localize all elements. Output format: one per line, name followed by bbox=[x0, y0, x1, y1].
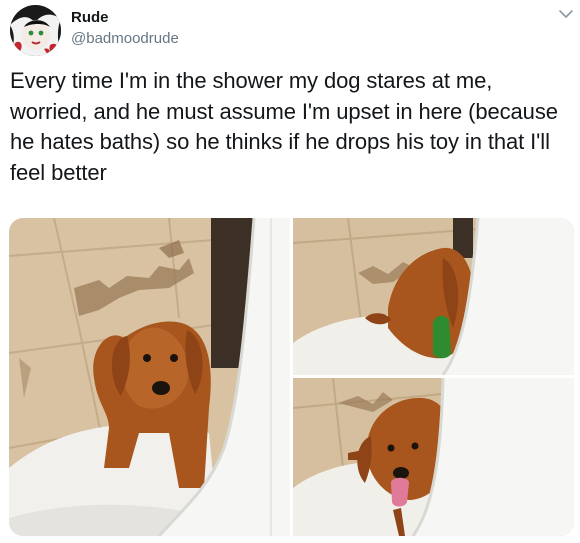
display-name[interactable]: Rude bbox=[71, 9, 109, 27]
user-handle[interactable]: @badmoodrude bbox=[71, 30, 179, 48]
avatar-illustration bbox=[10, 5, 61, 56]
dog-holding-toy-photo[interactable] bbox=[293, 378, 574, 536]
dog-peeking-shower-photo[interactable] bbox=[9, 218, 290, 536]
tweet-card: Rude @badmoodrude Every time I'm in the … bbox=[0, 0, 580, 543]
dog-dropping-toy-photo[interactable] bbox=[293, 218, 574, 375]
media-grid bbox=[9, 218, 574, 536]
avatar[interactable] bbox=[10, 5, 61, 56]
tweet-text: Every time I'm in the shower my dog star… bbox=[10, 68, 558, 185]
chevron-down-icon[interactable] bbox=[558, 7, 574, 21]
